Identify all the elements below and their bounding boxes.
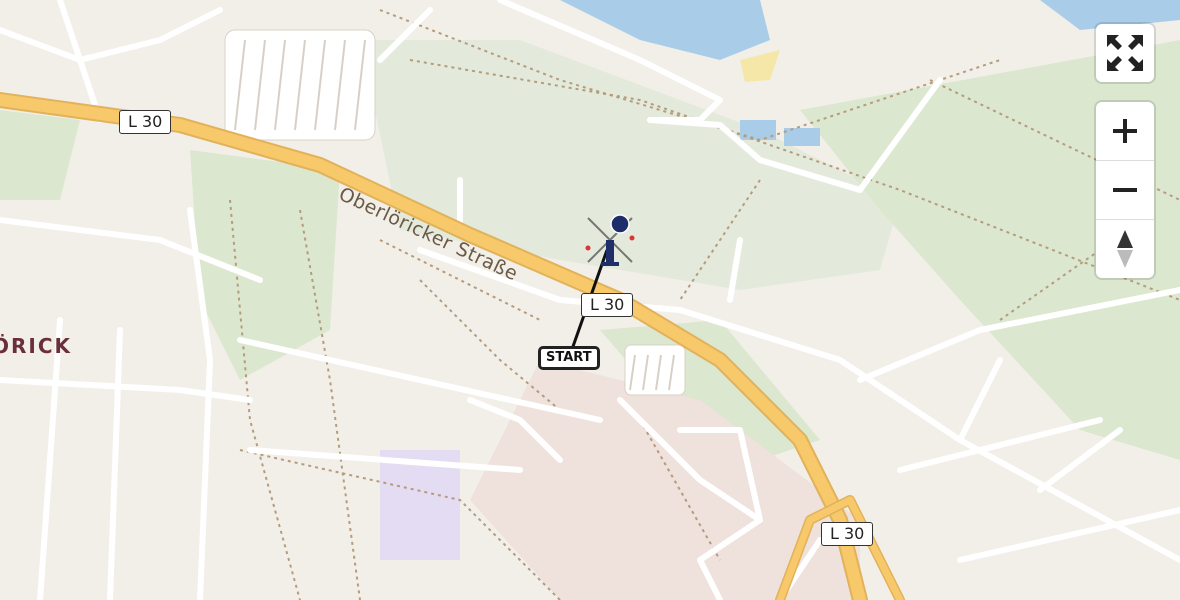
compass-button[interactable]: [1096, 219, 1154, 278]
road-label-l30-center: L 30: [581, 293, 634, 317]
green-corner: [0, 110, 80, 200]
parking-lot-2: [624, 344, 686, 396]
minus-icon: [1113, 188, 1137, 192]
start-marker[interactable]: START: [538, 346, 600, 370]
road-label-l30-west: L 30: [119, 110, 172, 134]
district-label: ÖRICK: [0, 334, 73, 358]
plus-icon: [1113, 119, 1137, 143]
compass-icon: [1117, 230, 1133, 268]
zoom-out-button[interactable]: [1096, 160, 1154, 219]
lake: [560, 0, 770, 60]
fullscreen-icon: [1107, 35, 1143, 71]
zoom-in-button[interactable]: [1096, 102, 1154, 160]
fullscreen-button[interactable]: [1096, 24, 1154, 82]
zoom-control: [1096, 102, 1154, 278]
fullscreen-control: [1096, 24, 1154, 82]
road-label-l30-south: L 30: [821, 522, 874, 546]
pool-2: [784, 128, 820, 146]
